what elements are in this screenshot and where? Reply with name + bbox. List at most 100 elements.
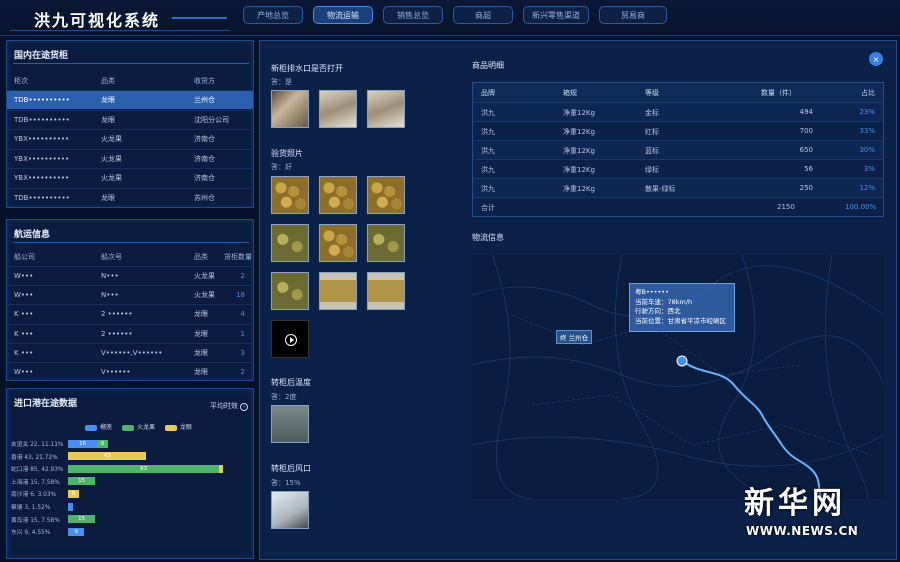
tab-new-retail[interactable]: 新兴零售渠道 (523, 6, 589, 24)
app-title: 洪九可视化系统 (34, 11, 161, 30)
inspection-photo[interactable] (319, 176, 357, 214)
table-row: 洪九 净重12Kg 红标 700 33% (473, 121, 883, 140)
inspection-title: 验货照片 (271, 149, 303, 158)
table-cell: 23% (859, 108, 875, 116)
table-cell: 4 (240, 310, 245, 319)
vent-photo[interactable] (271, 491, 309, 529)
inspection-photo[interactable] (271, 224, 309, 262)
tab-origin[interactable]: 产地总览 (243, 6, 303, 24)
table-cell: 3 (240, 348, 245, 357)
bar-segment[interactable]: 6 (97, 439, 109, 448)
shipping-header: 船公司 船次号 品类 货柜数量 (7, 247, 253, 266)
table-row: 洪九 净重12Kg 绿标 56 3% (473, 159, 883, 178)
table-cell: 2 •••••• (101, 310, 133, 319)
table-row[interactable]: K ••• 2 •••••• 龙眼 4 (7, 304, 253, 323)
vehicle-plate: 粤B•••••• (635, 288, 669, 296)
table-row[interactable]: YBX•••••••••• 火龙果 济南仓 (7, 129, 253, 148)
avg-time-link[interactable]: 平均时效 › (210, 401, 249, 411)
table-cell: V•••••• (101, 368, 131, 376)
tab-sales[interactable]: 销售总览 (383, 6, 443, 24)
bar-segment[interactable]: 15 (68, 477, 96, 486)
table-cell: K ••• (14, 310, 34, 319)
ports-panel: 进口港在途数据 平均时效 › 榴莲 火龙果 龙眼 友谊关 22, 11.11% 1… (6, 388, 254, 559)
table-cell: 2 (240, 368, 245, 376)
bar-label: 东兴 9, 4.55% (11, 530, 51, 537)
legend-swatch (121, 424, 134, 431)
bar-segment[interactable] (219, 464, 223, 473)
inspection-photo[interactable] (367, 272, 405, 310)
table-cell: 3% (863, 165, 875, 173)
inspection-photo[interactable] (271, 176, 309, 214)
table-row[interactable]: YBX•••••••••• 火龙果 济南仓 (7, 168, 253, 187)
bar-segment[interactable] (68, 502, 74, 511)
table-row[interactable]: TDB•••••••••• 龙眼 兰州仓 (7, 90, 253, 109)
inspection-answer: 答：好 (271, 163, 292, 171)
container-photo[interactable] (271, 90, 309, 128)
goods-header: 品牌 箱规 等级 数量（件） 占比 (473, 83, 883, 102)
table-cell: 济南仓 (194, 135, 215, 143)
table-cell: 火龙果 (101, 174, 122, 182)
table-row[interactable]: YBX•••••••••• 火龙果 济南仓 (7, 148, 253, 168)
table-cell: 红标 (645, 128, 659, 136)
table-row[interactable]: W••• N••• 火龙果 2 (7, 266, 253, 285)
tab-traders[interactable]: 贸易商 (599, 6, 667, 24)
ports-title: 进口港在途数据 (14, 399, 78, 409)
total-quantity: 2150 (777, 203, 795, 211)
col-header: 品类 (101, 76, 115, 85)
warehouse-marker[interactable]: 终 兰州仓 (556, 330, 593, 344)
table-cell: 龙眼 (101, 96, 115, 104)
table-row: 洪九 净重12Kg 散果-绿标 250 12% (473, 178, 883, 197)
bar-segment[interactable]: 43 (68, 452, 147, 461)
table-row[interactable]: W••• N••• 火龙果 18 (7, 285, 253, 304)
col-header: 船公司 (14, 252, 35, 261)
inspection-photo[interactable] (271, 272, 309, 310)
table-cell: TDB•••••••••• (14, 193, 70, 202)
table-cell: 洪九 (481, 128, 495, 136)
table-row[interactable]: K ••• V••••••,V•••••• 龙眼 3 (7, 342, 253, 362)
inspection-video[interactable] (271, 320, 309, 358)
tab-logistics[interactable]: 物流运输 (313, 6, 373, 24)
table-cell: 56 (804, 165, 813, 173)
table-cell: 济南仓 (194, 174, 215, 182)
bar-segment[interactable]: 9 (68, 527, 85, 536)
container-photo[interactable] (319, 90, 357, 128)
tab-supermarket[interactable]: 商超 (453, 6, 513, 24)
table-row: 洪九 净重12Kg 金标 494 23% (473, 102, 883, 121)
containers-panel: 国内在途货柜 柜次 品类 收货方 TDB•••••••••• 龙眼 兰州仓 TDB••… (6, 40, 254, 208)
bar-segment[interactable]: 6 (68, 489, 79, 498)
table-cell: 龙眼 (101, 115, 115, 124)
nav-tabs: 产地总览 物流运输 销售总览 商超 新兴零售渠道 贸易商 (243, 6, 677, 24)
table-cell: 沈阳分公司 (194, 115, 229, 124)
table-cell: 12% (859, 184, 875, 192)
table-cell: 洪九 (481, 185, 495, 193)
table-row[interactable]: K ••• 2 •••••• 龙眼 1 (7, 323, 253, 343)
table-cell: 散果-绿标 (645, 185, 676, 193)
col-header: 收货方 (194, 76, 215, 85)
col-header: 箱规 (563, 89, 577, 97)
inspection-photo[interactable] (367, 176, 405, 214)
inspection-photo[interactable] (319, 272, 357, 310)
col-header: 占比 (861, 89, 875, 97)
drain-answer: 答：是 (271, 78, 292, 86)
legend-label: 龙眼 (179, 424, 192, 431)
table-row[interactable]: W••• V•••••• 龙眼 2 (7, 362, 253, 381)
table-cell: 250 (799, 184, 813, 192)
temperature-photo[interactable] (271, 405, 309, 443)
bar-segment[interactable]: 15 (68, 515, 96, 524)
table-cell: 700 (799, 127, 813, 135)
col-header: 船次号 (101, 252, 122, 261)
table-cell: 净重12Kg (563, 128, 595, 136)
bar-segment[interactable]: 83 (68, 464, 220, 473)
table-row[interactable]: TDB•••••••••• 龙眼 沈阳分公司 (7, 109, 253, 129)
route-map[interactable]: 粤B•••••• 当前车速：78km/h 行驶方向：西北 当前位置：甘肃省平凉市… (472, 255, 884, 499)
close-button[interactable]: × (869, 52, 883, 66)
container-photo[interactable] (367, 90, 405, 128)
table-row[interactable]: TDB•••••••••• 龙眼 苏州仓 (7, 187, 253, 207)
table-cell: 兰州仓 (194, 96, 215, 104)
inspection-photo[interactable] (367, 224, 405, 262)
avg-time-label: 平均时效 (210, 402, 238, 410)
inspection-photo[interactable] (319, 224, 357, 262)
bar-segment[interactable]: 16 (68, 439, 98, 448)
col-header: 货柜数量 (224, 252, 252, 261)
vehicle-speed: 当前车速：78km/h (635, 297, 693, 306)
